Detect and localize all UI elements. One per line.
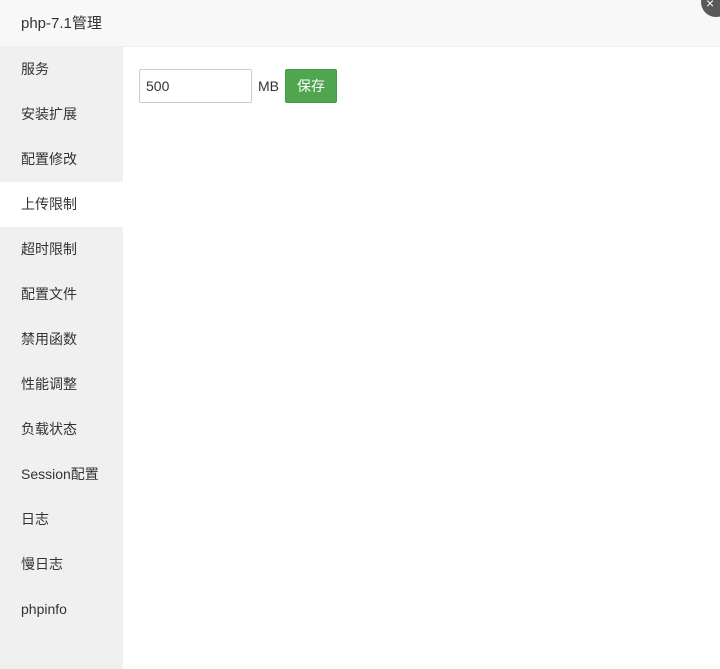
sidebar-item-timeout-limit[interactable]: 超时限制 [0, 227, 123, 272]
sidebar-item-service[interactable]: 服务 [0, 47, 123, 92]
sidebar-item-session-config[interactable]: Session配置 [0, 452, 123, 497]
upload-size-input[interactable] [139, 69, 252, 103]
sidebar-item-phpinfo[interactable]: phpinfo [0, 587, 123, 632]
close-icon: × [706, 0, 715, 11]
upload-limit-form: MB 保存 [139, 69, 337, 103]
php-manager-dialog: php-7.1管理 × 服务 安装扩展 配置修改 上传限制 超时限制 配置文件 … [0, 0, 720, 669]
sidebar-item-config-file[interactable]: 配置文件 [0, 272, 123, 317]
dialog-title: php-7.1管理 [21, 15, 102, 32]
sidebar-menu: 服务 安装扩展 配置修改 上传限制 超时限制 配置文件 禁用函数 性能调整 负载… [0, 47, 123, 669]
sidebar-item-upload-limit[interactable]: 上传限制 [0, 182, 123, 227]
upload-limit-panel: MB 保存 [123, 47, 720, 669]
sidebar-item-log[interactable]: 日志 [0, 497, 123, 542]
save-button[interactable]: 保存 [285, 69, 337, 103]
sidebar-item-disabled-functions[interactable]: 禁用函数 [0, 317, 123, 362]
sidebar-item-slow-log[interactable]: 慢日志 [0, 542, 123, 587]
dialog-titlebar: php-7.1管理 [0, 0, 720, 47]
sidebar-item-load-status[interactable]: 负载状态 [0, 407, 123, 452]
sidebar-item-config-edit[interactable]: 配置修改 [0, 137, 123, 182]
sidebar-item-install-extension[interactable]: 安装扩展 [0, 92, 123, 137]
unit-label: MB [258, 78, 279, 94]
sidebar-item-performance-tuning[interactable]: 性能调整 [0, 362, 123, 407]
